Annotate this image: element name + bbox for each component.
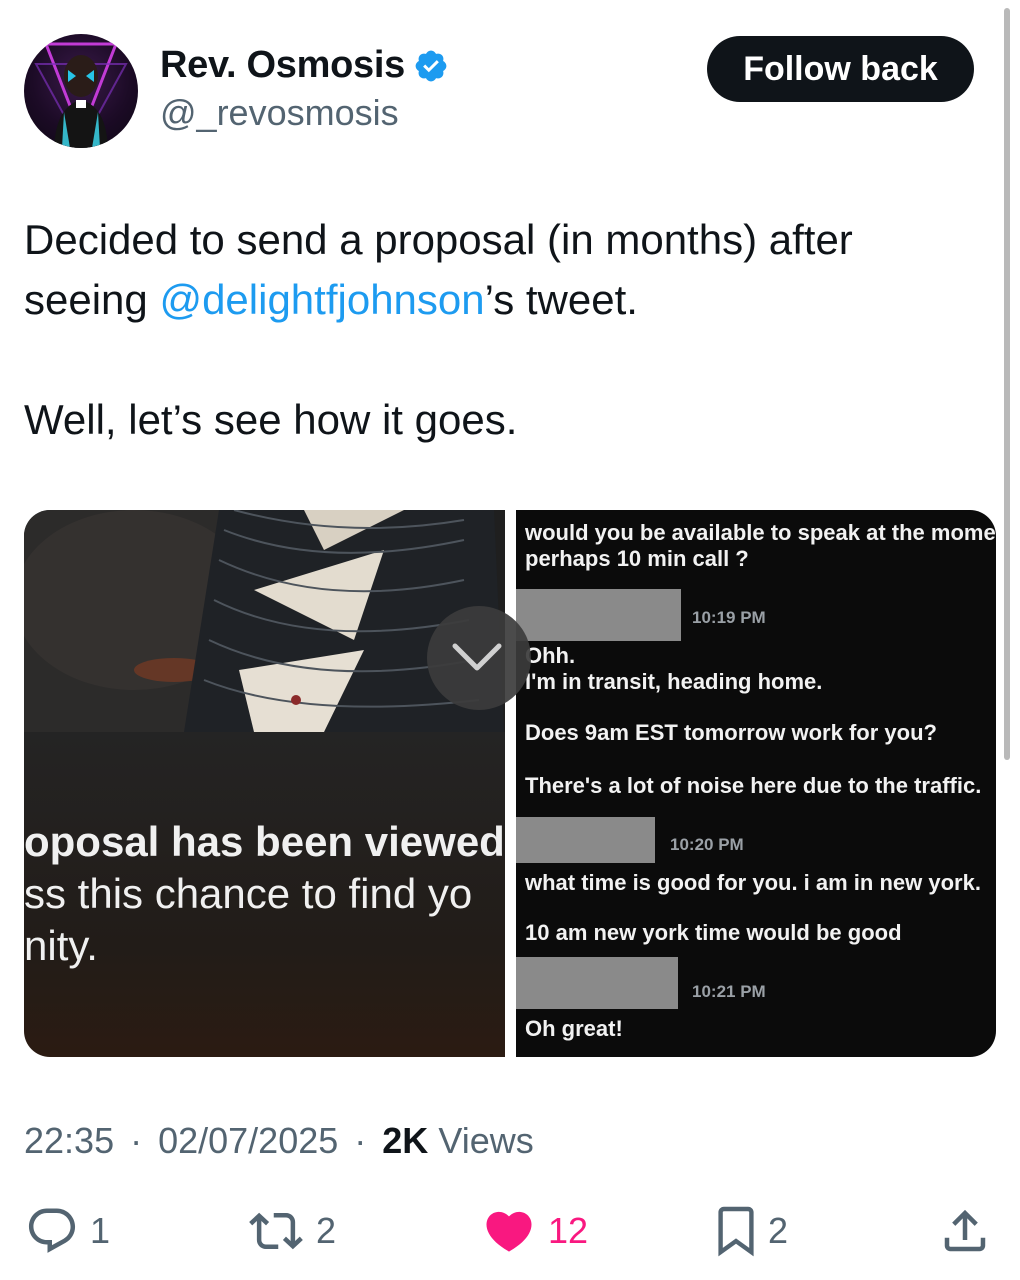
redacted-name [516, 957, 678, 1009]
proposal-line-3: nity. [24, 922, 98, 969]
tweet-text-segment: seeing [24, 276, 160, 323]
scrollbar[interactable] [1004, 8, 1010, 760]
tweet-date[interactable]: 02/07/2025 [158, 1120, 338, 1161]
media-image-right[interactable]: would you be available to speak at the m… [516, 510, 996, 1057]
tweet-text-segment: ’s tweet. [484, 276, 638, 323]
redacted-name [516, 817, 655, 863]
repost-icon [249, 1212, 303, 1250]
author-handle[interactable]: @_revosmosis [160, 92, 399, 134]
tweet-line: Well, let’s see how it goes. [24, 396, 518, 443]
bookmark-button[interactable]: 2 [714, 1204, 788, 1258]
verified-badge-icon [415, 50, 447, 81]
proposal-notification-text: oposal has been viewed ss this chance to… [24, 800, 505, 1000]
collapse-button[interactable] [427, 606, 531, 710]
tweet-text: Decided to send a proposal (in months) a… [24, 210, 984, 450]
chat-message: There's a lot of noise here due to the t… [525, 773, 982, 798]
tweet-meta: 22:35 · 02/07/2025 · 2K Views [24, 1120, 534, 1161]
chat-message: perhaps 10 min call ? [525, 546, 749, 571]
tweet-line: Decided to send a proposal (in months) a… [24, 216, 853, 263]
author-display-name[interactable]: Rev. Osmosis [160, 44, 405, 87]
braided-photo [24, 510, 505, 732]
chat-message: Oh great! [525, 1016, 623, 1041]
bookmark-icon [718, 1206, 754, 1257]
redacted-name [516, 589, 681, 641]
reply-button[interactable]: 1 [24, 1204, 110, 1258]
chat-timestamp: 10:21 PM [692, 982, 766, 1001]
proposal-line-1: oposal has been viewed [24, 818, 505, 865]
repost-count: 2 [316, 1210, 337, 1251]
reply-count: 1 [90, 1210, 111, 1251]
chevron-down-icon [452, 643, 502, 671]
tweet-line: seeing @delightfjohnson’s tweet. [24, 270, 984, 330]
avatar[interactable] [24, 34, 138, 148]
chat-message: what time is good for you. i am in new y… [525, 870, 981, 895]
chat-message: I'm in transit, heading home. [525, 669, 823, 694]
like-button[interactable]: 12 [480, 1204, 588, 1258]
views-count: 2K [382, 1120, 429, 1161]
bookmark-count: 2 [768, 1210, 789, 1251]
tweet-time[interactable]: 22:35 [24, 1120, 114, 1161]
chat-message: 10 am new york time would be good [525, 920, 902, 945]
author-name-row[interactable]: Rev. Osmosis [160, 44, 449, 87]
mention-link[interactable]: @delightfjohnson [159, 276, 484, 323]
avatar-image [34, 42, 128, 148]
chat-timestamp: 10:20 PM [670, 835, 744, 854]
chat-message: would you be available to speak at the m… [525, 520, 996, 545]
heart-icon [486, 1211, 532, 1252]
reply-icon [28, 1208, 76, 1253]
chat-timestamp: 10:19 PM [692, 608, 766, 627]
chat-message: Ohh. [525, 643, 576, 668]
like-count: 12 [548, 1210, 589, 1251]
proposal-line-2: ss this chance to find yo [24, 870, 473, 917]
share-button[interactable] [938, 1204, 992, 1258]
chat-message: Does 9am EST tomorrow work for you? [525, 720, 937, 745]
share-icon [944, 1209, 986, 1252]
repost-button[interactable]: 2 [246, 1204, 336, 1258]
follow-back-button[interactable]: Follow back [707, 36, 974, 102]
views-label: Views [438, 1120, 534, 1161]
